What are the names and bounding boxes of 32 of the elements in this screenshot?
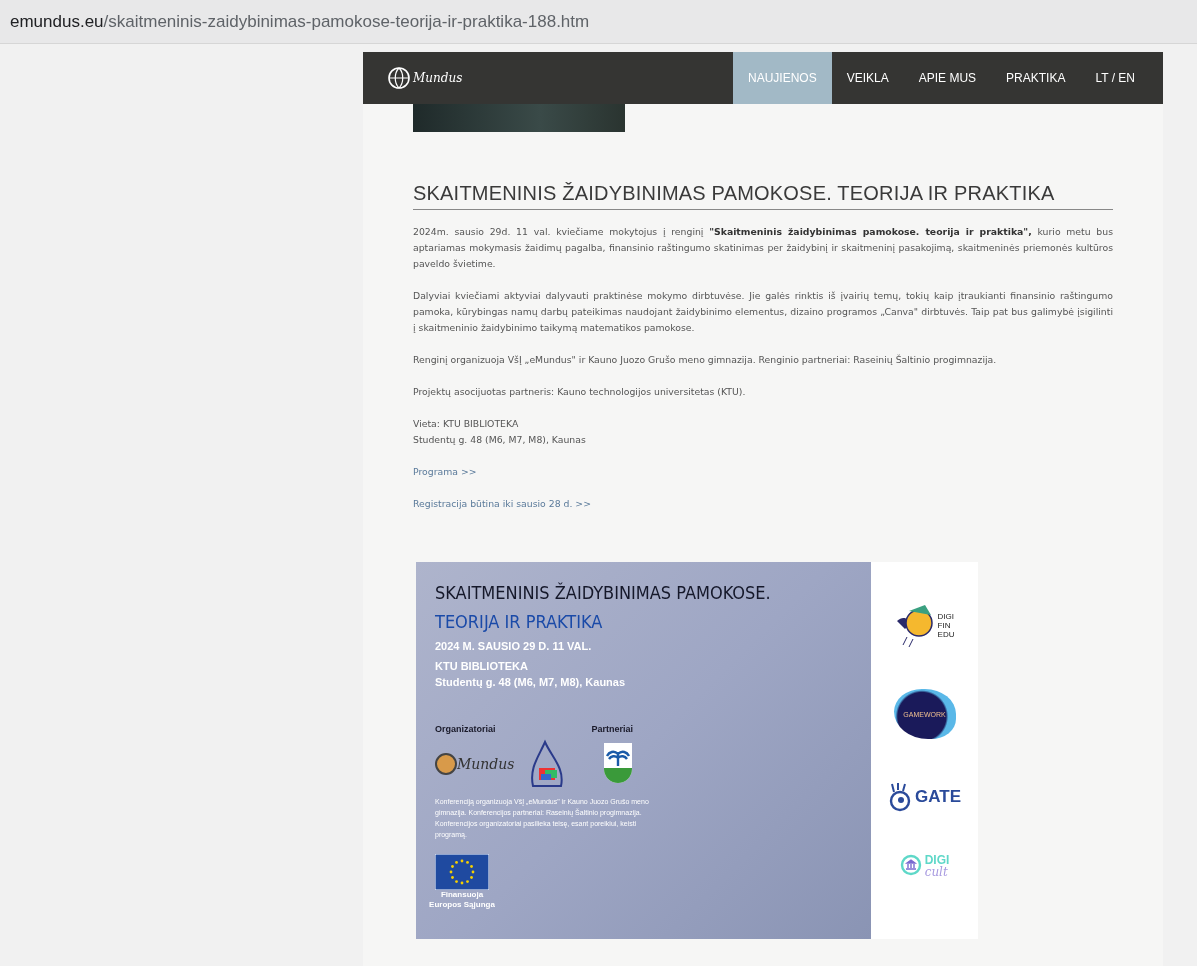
museum-icon [899, 853, 922, 878]
nav-tab[interactable]: LT / EN [1080, 52, 1150, 104]
nav-tab[interactable]: PRAKTIKA [991, 52, 1081, 104]
flag-icon [435, 854, 489, 890]
address-bar[interactable]: emundus.eu/skaitmeninis-zaidybinimas-pamokose-teorija-ir-praktika-188.htm [0, 0, 1197, 44]
article-link[interactable]: Programa >> [413, 466, 477, 477]
article-link[interactable]: Registracija būtina iki sausio 28 d. >> [413, 498, 591, 509]
url-text: emundus.eu/skaitmeninis-zaidybinimas-pamokose-teorija-ir-praktika-188.htm [10, 11, 590, 32]
article-title: SKAITMENINIS ŽAIDYBINIMAS PAMOKOSE. TEORIJA IR PRAKTIKA [413, 182, 1113, 210]
globe-icon [387, 66, 411, 90]
logo-text: GATE [915, 786, 961, 807]
partners-label: Partneriai [591, 724, 634, 734]
paragraph: 2024m. sausio 29d. 11 val. kviečiame mokytojus į renginį "Skaitmeninis žaidybinimas pamokose. teorija ir praktika", kurio metu bus aptariamas mokymasis žaidimų pagalba, finansinio raštingumo skatinimas per žaidybinį ir skaitmeninį pasakojimą, skaitmeninės priemonės kultūros paveldo švietime. [413, 225, 1113, 271]
poster-detail: Studentų g. 48 (M6, M7, M8), Kaunas [435, 676, 627, 688]
logo-text: DIGI cult [924, 853, 950, 878]
funding-caption: Finansuoja Europos Sąjunga [428, 890, 496, 910]
paragraph: Renginį organizuoja VšĮ „eMundus" ir Kauno Juozo Grušo meno gimnazija. Renginio partneriai: Raseinių Šaltinio progimnazija. [413, 353, 998, 367]
nav-tab[interactable]: VEIKLA [831, 52, 904, 104]
organizers-label: Organizatoriai [435, 724, 496, 734]
poster-detail: 2024 M. SAUSIO 29 D. 11 VAL. [435, 640, 593, 652]
coat-of-arms-icon [602, 742, 633, 786]
hand-eye-icon [888, 781, 912, 812]
poster-detail: KTU BIBLIOTEKA [435, 660, 529, 672]
paragraph: Dalyviai kviečiami aktyviai dalyvauti praktinėse mokymo dirbtuvėse. Jie galės rinktis iš įvairių temų, tokių kaip įtraukianti finansinio raštingumo pamoka, kūrybingas namų darbų pateikimas naudojant žaidybinimo elementus, dizaino programos „Canva" dirbtuvės. Taip pat bus galimybė įsigilinti į skaitmeninio žaidybinimo taikymą matematikos pamokose. [413, 289, 1113, 335]
site-logo[interactable]: Mundus [387, 66, 463, 90]
poster-title: SKAITMENINIS ŽAIDYBINIMAS PAMOKOSE. [435, 582, 772, 603]
logo-text: DIGI FIN EDU [937, 611, 955, 639]
nav-tab[interactable]: APIE MUS [903, 52, 992, 104]
organizer-logo: Mundus [435, 751, 515, 777]
paragraph: Vieta: KTU BIBLIOTEKA Studentų g. 48 (M6, M7, M8), Kaunas [413, 417, 587, 447]
paragraph: Projektų asocijuotas partneris: Kauno technologijos universitetas (KTU). [413, 385, 747, 399]
poster-subtitle: TEORIJA IR PRAKTIKA [435, 611, 604, 632]
